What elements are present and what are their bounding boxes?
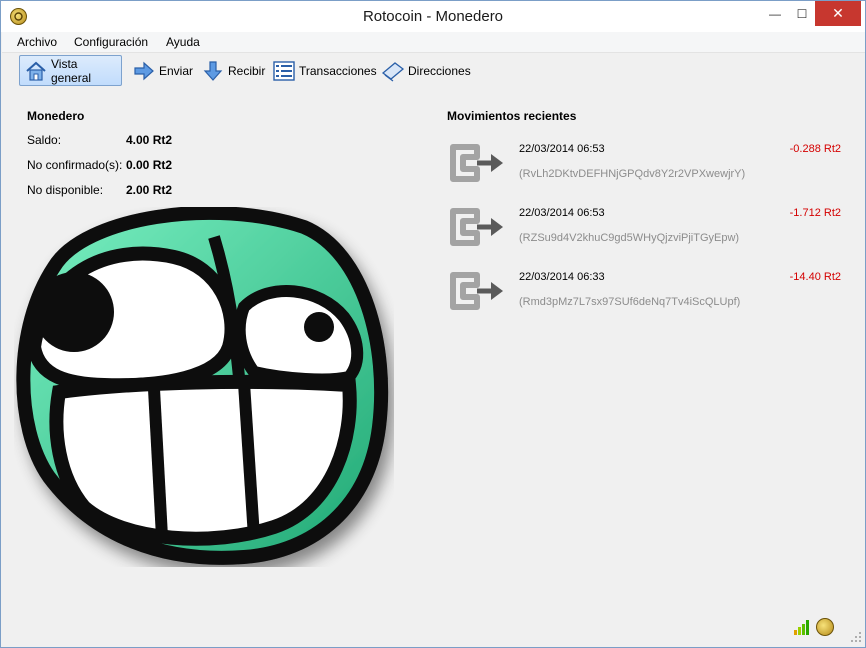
transaction-amount: -14.40 Rt2 (789, 271, 841, 283)
title-bar: Rotocoin - Monedero — ☐ ✕ (1, 1, 865, 32)
maximize-button[interactable]: ☐ (788, 1, 816, 26)
transaction-amount: -0.288 Rt2 (789, 143, 841, 155)
menu-archivo[interactable]: Archivo (17, 35, 57, 49)
transaction-date: 22/03/2014 06:33 (519, 271, 605, 283)
minimize-button[interactable]: — (761, 1, 789, 26)
tab-transacciones[interactable]: Transacciones (268, 55, 381, 86)
status-bar (2, 613, 865, 647)
menu-configuracion[interactable]: Configuración (74, 35, 148, 49)
tab-recibir[interactable]: Recibir (197, 55, 269, 86)
transaction-row[interactable]: 22/03/2014 06:53 -1.712 Rt2 (RZSu9d4V2kh… (447, 203, 847, 259)
tab-label: Recibir (228, 63, 266, 78)
transaction-date: 22/03/2014 06:53 (519, 143, 605, 155)
recent-transactions-title: Movimientos recientes (447, 109, 577, 123)
transaction-address: (Rmd3pMz7L7sx97SUf6deNq7Tv4iScQLUpf) (519, 296, 741, 308)
sent-transaction-icon (450, 144, 503, 182)
transaction-amount: -1.712 Rt2 (789, 207, 841, 219)
transaction-row[interactable]: 22/03/2014 06:53 -0.288 Rt2 (RvLh2DKtvDE… (447, 139, 847, 195)
unconfirmed-value: 0.00 Rt2 (126, 158, 173, 172)
menu-ayuda[interactable]: Ayuda (166, 35, 200, 49)
transactions-list-icon (272, 59, 296, 83)
balance-label: Saldo: (27, 133, 62, 147)
immature-label: No disponible: (27, 183, 104, 197)
receive-arrow-icon (201, 59, 225, 83)
toolbar: Vista general Enviar Recibir Transaccion… (2, 52, 865, 88)
sent-transaction-icon (450, 272, 503, 310)
app-window: Rotocoin - Monedero — ☐ ✕ Archivo Config… (0, 0, 866, 648)
connection-signal-icon[interactable] (793, 619, 811, 635)
unconfirmed-label: No confirmado(s): (27, 158, 123, 172)
tab-label: Direcciones (408, 63, 471, 78)
home-icon (24, 59, 48, 83)
transaction-date: 22/03/2014 06:53 (519, 207, 605, 219)
transaction-row[interactable]: 22/03/2014 06:33 -14.40 Rt2 (Rmd3pMz7L7s… (447, 267, 847, 323)
menu-bar: Archivo Configuración Ayuda (2, 32, 865, 52)
wallet-title: Monedero (27, 109, 85, 123)
rotocoin-sync-icon[interactable] (816, 618, 834, 636)
immature-value: 2.00 Rt2 (126, 183, 173, 197)
overview-page: Monedero Saldo: 4.00 Rt2 No confirmado(s… (2, 89, 865, 637)
send-arrow-icon (132, 59, 156, 83)
tab-direcciones[interactable]: Direcciones (377, 55, 475, 86)
rotocoin-troll-logo (16, 207, 389, 565)
transaction-address: (RvLh2DKtvDEFHNjGPQdv8Y2r2VPXwewjrY) (519, 168, 746, 180)
tab-enviar[interactable]: Enviar (128, 55, 197, 86)
tab-vista-general[interactable]: Vista general (19, 55, 122, 86)
balance-value: 4.00 Rt2 (126, 133, 173, 147)
transaction-address: (RZSu9d4V2khuC9gd5WHyQjzviPjiTGyEpw) (519, 232, 740, 244)
sent-transaction-icon (450, 208, 503, 246)
window-title: Rotocoin - Monedero (362, 8, 504, 25)
tab-label: Transacciones (299, 63, 377, 78)
address-book-icon (381, 59, 405, 83)
tab-label: Enviar (159, 63, 194, 78)
tab-label: Vista general (51, 56, 92, 85)
close-button[interactable]: ✕ (815, 1, 861, 26)
resize-grip-icon[interactable] (850, 631, 862, 643)
